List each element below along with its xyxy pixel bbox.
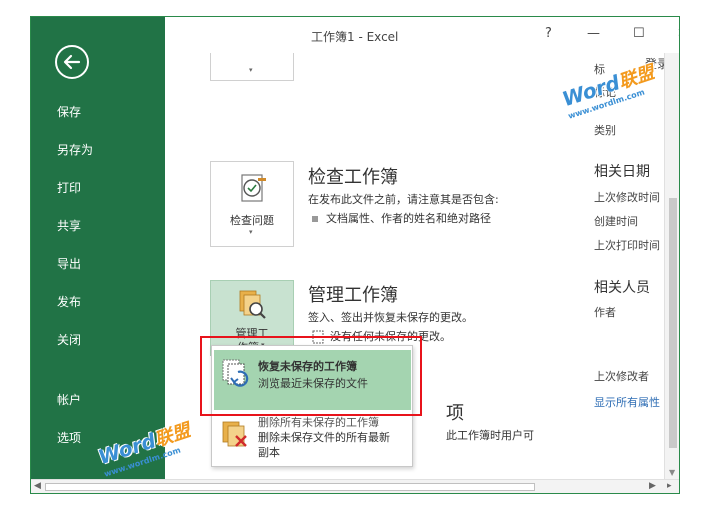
inspect-bullet-text: 文档属性、作者的姓名和绝对路径 (326, 212, 491, 225)
nav-print[interactable]: 打印 (57, 179, 81, 196)
inspect-bullet: 文档属性、作者的姓名和绝对路径 (312, 210, 491, 226)
help-button[interactable]: ? (545, 26, 552, 41)
delete-item-title: 删除所有未保存的工作簿 (258, 416, 379, 429)
related-dates-heading: 相关日期 (594, 164, 650, 180)
prop-printed: 上次打印时间 (594, 239, 660, 252)
bullet-icon (312, 216, 318, 222)
scroll-right-end-icon[interactable]: ▸ (667, 481, 672, 491)
prop-author: 作者 (594, 306, 616, 319)
hidden-section-title: 项 (446, 403, 464, 424)
maximize-button[interactable]: ☐ (633, 26, 645, 41)
scroll-right-arrow-icon[interactable]: ▶ (649, 481, 656, 491)
scroll-down-arrow-icon[interactable]: ▼ (669, 468, 675, 477)
nav-options[interactable]: 选项 (57, 429, 81, 446)
nav-save-as[interactable]: 另存为 (57, 141, 93, 158)
arrow-left-icon (63, 54, 81, 70)
backstage-sidebar: 保存 另存为 打印 共享 导出 发布 关闭 帐户 选项 (31, 17, 165, 493)
manage-description: 签入、签出并恢复未保存的更改。 (308, 311, 473, 324)
minimize-button[interactable]: — (587, 26, 600, 41)
related-people-heading: 相关人员 (594, 280, 650, 296)
manage-title: 管理工作簿 (308, 285, 398, 306)
title-bar: 工作簿1 - Excel ? — ☐ ✕ (165, 17, 679, 53)
hidden-section-desc: 此工作簿时用户可 (446, 429, 534, 442)
prop-created: 创建时间 (594, 215, 638, 228)
nav-share[interactable]: 共享 (57, 217, 81, 234)
manage-workbook-icon (239, 290, 266, 319)
nav-save[interactable]: 保存 (57, 103, 81, 120)
top-partial-button[interactable]: ▾ (210, 53, 294, 81)
delete-document-icon (222, 421, 247, 447)
horizontal-scrollbar[interactable]: ◀ ▶ ▸ (31, 479, 679, 493)
dropdown-arrow-icon: ▾ (249, 228, 253, 236)
inspect-button[interactable]: 检查问题 ▾ (210, 161, 294, 247)
prop-last-modified-by: 上次修改者 (594, 370, 649, 383)
horizontal-scroll-thumb[interactable] (45, 483, 535, 491)
close-button[interactable]: ✕ (677, 26, 679, 41)
nav-close[interactable]: 关闭 (57, 331, 81, 348)
delete-item-desc: 删除未保存文件的所有最新副本 (258, 431, 390, 459)
annotation-highlight-box (200, 336, 422, 416)
inspect-title: 检查工作簿 (308, 167, 398, 188)
inspect-button-label: 检查问题 (230, 214, 274, 227)
vertical-scroll-thumb[interactable] (669, 198, 677, 448)
document-check-icon (241, 174, 266, 202)
nav-export[interactable]: 导出 (57, 255, 81, 272)
back-button[interactable] (55, 45, 89, 79)
show-all-properties-link[interactable]: 显示所有属性 (594, 394, 660, 410)
prop-category: 类别 (594, 124, 616, 137)
vertical-scrollbar[interactable]: ▼ (664, 53, 679, 479)
nav-account[interactable]: 帐户 (57, 391, 81, 408)
nav-publish[interactable]: 发布 (57, 293, 81, 310)
scroll-left-arrow-icon[interactable]: ◀ (34, 481, 41, 491)
inspect-description: 在发布此文件之前，请注意其是否包含: (308, 193, 499, 206)
window-title: 工作簿1 - Excel (311, 30, 399, 44)
prop-modified: 上次修改时间 (594, 191, 660, 204)
dropdown-arrow-icon: ▾ (249, 66, 253, 74)
delete-unsaved-workbooks-item[interactable]: 删除所有未保存的工作簿 删除未保存文件的所有最新副本 (214, 412, 411, 466)
